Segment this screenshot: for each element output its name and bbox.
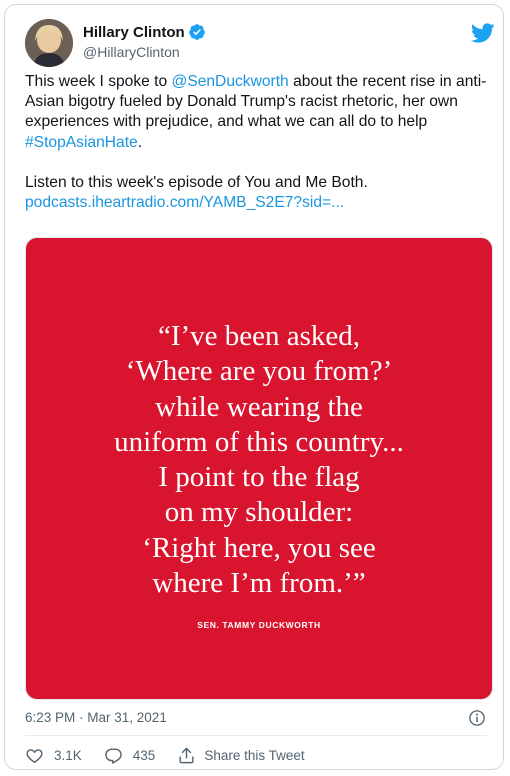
reply-count: 435: [132, 747, 156, 763]
tweet-card: Hillary Clinton @HillaryClinton This wee…: [4, 4, 504, 770]
tweet-body: This week I spoke to @SenDuckworth about…: [25, 72, 493, 153]
listen-text: Listen to this week's episode of You and…: [25, 173, 368, 191]
reply-button[interactable]: 435: [104, 746, 156, 765]
heart-icon: [26, 748, 43, 763]
podcast-link[interactable]: podcasts.iheartradio.com/YAMB_S2E7?sid=.…: [25, 194, 344, 211]
quote-line: ‘Right here, you see: [142, 531, 376, 564]
quote-line: ‘Where are you from?’: [125, 355, 393, 388]
verified-badge-icon: [188, 24, 205, 40]
divider: [25, 735, 487, 736]
quote-line: on my shoulder:: [164, 496, 354, 529]
tweet-header: Hillary Clinton @HillaryClinton: [25, 19, 495, 67]
tweet-text-pre: This week I spoke to: [25, 73, 172, 90]
author-handle[interactable]: @HillaryClinton: [83, 44, 180, 60]
quote-line: I point to the flag: [158, 461, 360, 494]
quote-text: “I’ve been asked, ‘Where are you from?’ …: [26, 319, 492, 601]
quote-line: where I’m from.’”: [152, 567, 366, 600]
twitter-bird-icon[interactable]: [471, 21, 495, 45]
quote-line: uniform of this country...: [114, 425, 404, 458]
quote-line: “I’ve been asked,: [157, 320, 361, 352]
share-label: Share this Tweet: [204, 747, 305, 763]
tweet-text-end: .: [137, 133, 143, 151]
like-count: 3.1K: [54, 747, 82, 763]
action-bar: 3.1K 435 Share this Tweet: [25, 744, 327, 766]
tweet-text: This week I spoke to @SenDuckworth about…: [25, 72, 493, 213]
mention-link[interactable]: @SenDuckworth: [171, 73, 288, 90]
avatar[interactable]: [25, 19, 73, 67]
quote-attribution: SEN. TAMMY DUCKWORTH: [197, 620, 321, 630]
author-name[interactable]: Hillary Clinton: [83, 24, 185, 41]
hashtag-link[interactable]: #StopAsianHate: [25, 134, 138, 151]
tweet-timestamp[interactable]: 6:23 PM · Mar 31, 2021: [25, 710, 167, 725]
info-icon[interactable]: [468, 709, 486, 727]
share-icon: [179, 747, 194, 763]
quote-line: while wearing the: [155, 390, 363, 423]
media-image[interactable]: “I’ve been asked, ‘Where are you from?’ …: [25, 237, 493, 700]
author-name-row: Hillary Clinton: [83, 23, 206, 41]
share-button[interactable]: Share this Tweet: [177, 746, 305, 765]
like-button[interactable]: 3.1K: [25, 746, 82, 765]
reply-icon: [105, 747, 122, 764]
